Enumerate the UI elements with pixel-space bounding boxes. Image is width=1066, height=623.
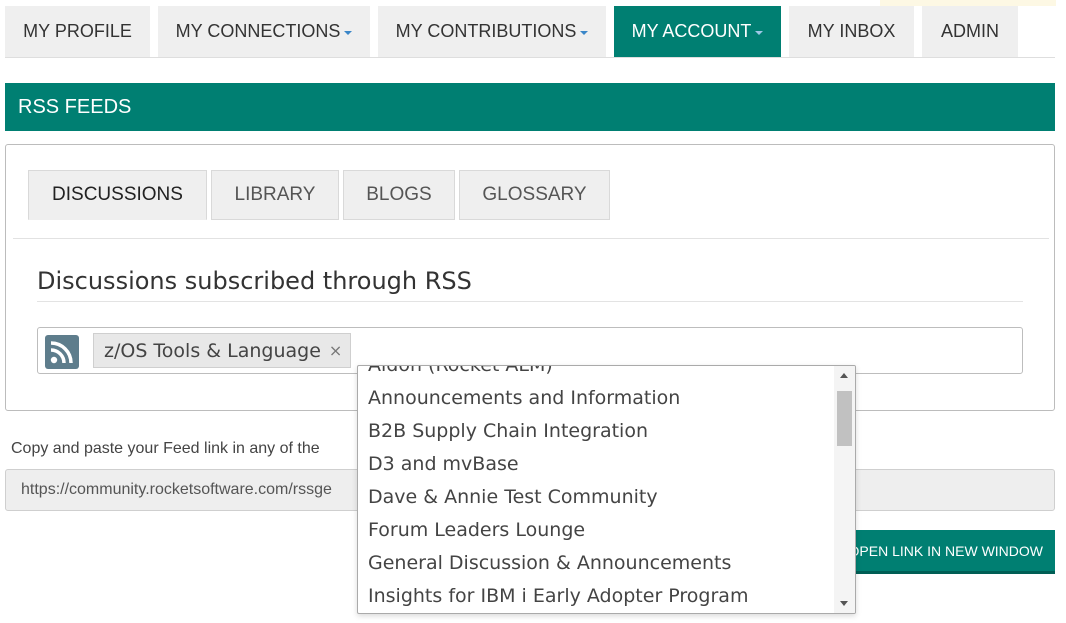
nav-tab-admin[interactable]: ADMIN: [922, 6, 1018, 57]
nav-tab-my-connections[interactable]: MY CONNECTIONS: [158, 6, 370, 57]
tab-label: DISCUSSIONS: [52, 184, 183, 205]
feed-url-value: https://community.rocketsoftware.com/rss…: [21, 481, 332, 498]
tab-blogs[interactable]: BLOGS: [343, 170, 455, 220]
dropdown-option[interactable]: B2B Supply Chain Integration: [358, 414, 834, 447]
tab-label: BLOGS: [366, 184, 432, 205]
nav-tab-label: MY CONNECTIONS: [175, 21, 341, 41]
rss-icon: [45, 335, 79, 369]
open-link-button[interactable]: OPEN LINK IN NEW WINDOW: [835, 530, 1055, 574]
tag-label: z/OS Tools & Language: [104, 339, 321, 362]
caret-down-icon: [344, 30, 353, 35]
tab-library[interactable]: LIBRARY: [211, 170, 339, 220]
dropdown-option[interactable]: Dave & Annie Test Community: [358, 480, 834, 513]
dropdown-option[interactable]: Announcements and Information: [358, 381, 834, 414]
caret-down-icon: [580, 30, 589, 35]
nav-tab-my-contributions[interactable]: MY CONTRIBUTIONS: [378, 6, 606, 57]
nav-tab-label: ADMIN: [941, 21, 999, 41]
nav-tab-my-inbox[interactable]: MY INBOX: [789, 6, 914, 57]
open-link-label: OPEN LINK IN NEW WINDOW: [848, 542, 1043, 559]
selected-tag: z/OS Tools & Language ×: [93, 333, 352, 368]
scroll-down-icon[interactable]: [840, 601, 848, 606]
tab-label: GLOSSARY: [482, 184, 587, 205]
tab-discussions[interactable]: DISCUSSIONS: [28, 170, 207, 220]
top-nav: MY PROFILE MY CONNECTIONS MY CONTRIBUTIO…: [5, 6, 1055, 58]
nav-tab-label: MY ACCOUNT: [631, 21, 752, 41]
dropdown-option[interactable]: General Discussion & Announcements: [358, 546, 834, 579]
panel-heading: Discussions subscribed through RSS: [37, 267, 472, 295]
tabs-divider: [13, 238, 1049, 239]
scroll-up-icon[interactable]: [840, 373, 848, 378]
tab-label: LIBRARY: [234, 184, 316, 205]
caret-down-icon: [755, 30, 764, 35]
nav-tab-my-account[interactable]: MY ACCOUNT: [614, 6, 781, 57]
dropdown-scrollbar[interactable]: [834, 366, 855, 613]
tab-glossary[interactable]: GLOSSARY: [459, 170, 610, 220]
section-title: RSS FEEDS: [18, 95, 132, 118]
dropdown-option[interactable]: Aldon (Rocket ALM): [358, 366, 834, 381]
nav-tab-label: MY CONTRIBUTIONS: [395, 21, 577, 41]
nav-tab-my-profile[interactable]: MY PROFILE: [5, 6, 150, 57]
dropdown-option[interactable]: Forum Leaders Lounge: [358, 513, 834, 546]
dropdown-option[interactable]: Insights for IBM i Early Adopter Program: [358, 579, 834, 612]
heading-divider: [37, 301, 1023, 302]
community-dropdown[interactable]: Aldon (Rocket ALM) Announcements and Inf…: [357, 365, 856, 614]
dropdown-option[interactable]: D3 and mvBase: [358, 447, 834, 480]
section-header: RSS FEEDS: [5, 83, 1055, 131]
close-icon[interactable]: ×: [329, 341, 342, 360]
scrollbar-thumb[interactable]: [837, 391, 852, 446]
dropdown-list: Aldon (Rocket ALM) Announcements and Inf…: [358, 366, 834, 612]
copy-instructions: Copy and paste your Feed link in any of …: [11, 440, 320, 457]
nav-tab-label: MY PROFILE: [23, 21, 132, 41]
nav-tab-label: MY INBOX: [807, 21, 896, 41]
